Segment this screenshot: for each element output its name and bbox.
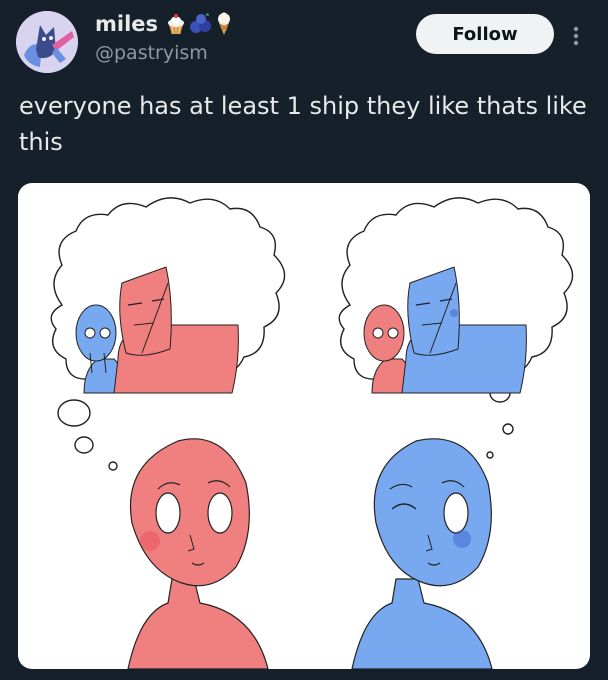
blue-character [351, 438, 493, 669]
pink-character [127, 438, 269, 669]
avatar[interactable] [16, 11, 78, 73]
cat-avatar-icon [16, 11, 78, 73]
cupcake-icon [168, 14, 185, 35]
blueberries-icon [190, 13, 212, 33]
tweet-media-image[interactable] [18, 183, 590, 669]
tweet-text: everyone has at least 1 ship they like t… [19, 92, 587, 156]
dream-left [75, 266, 239, 394]
dream-right [363, 266, 527, 394]
ice-cream-icon [218, 12, 231, 35]
handle[interactable]: @pastryism [95, 42, 208, 64]
follow-button[interactable]: Follow [416, 14, 554, 54]
more-vertical-icon[interactable] [566, 22, 586, 50]
display-name[interactable]: miles [95, 12, 158, 36]
